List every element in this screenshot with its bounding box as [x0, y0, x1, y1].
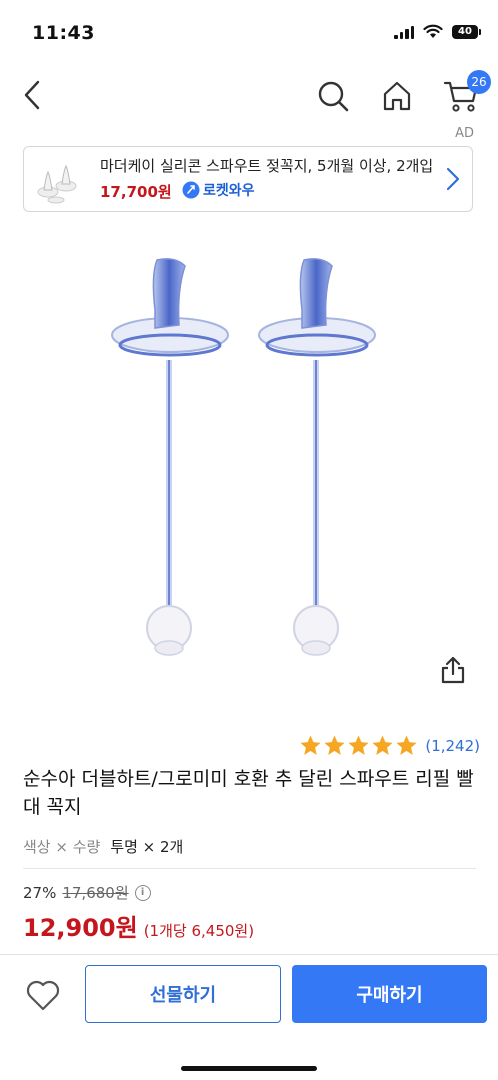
info-icon[interactable]: i — [134, 884, 151, 901]
ad-banner[interactable]: 마더케이 실리콘 스파우트 젖꼭지, 5개월 이상, 2개입 17,700원 로… — [23, 146, 473, 212]
share-button[interactable] — [440, 656, 466, 688]
home-button[interactable] — [379, 78, 415, 114]
rocket-wow-label: 로켓와우 — [203, 183, 255, 199]
ad-price: 17,700원 — [100, 183, 172, 201]
discount-row: 27% 17,680원 i — [23, 882, 151, 903]
buy-button[interactable]: 구매하기 — [292, 965, 487, 1023]
ad-product-thumbnail — [37, 164, 77, 204]
review-count[interactable]: (1,242) — [425, 737, 480, 755]
search-icon — [318, 81, 349, 112]
chevron-left-icon — [24, 80, 40, 110]
heart-icon — [26, 980, 60, 1011]
star-icon — [372, 735, 393, 755]
sale-price-row: 12,900원 (1개당 6,450원) — [23, 908, 254, 943]
rating-row[interactable]: (1,242) — [299, 734, 480, 757]
status-indicators: 40 — [394, 24, 481, 39]
battery-icon: 40 — [452, 24, 481, 39]
ad-title: 마더케이 실리콘 스파우트 젖꼭지, 5개월 이상, 2개입 — [100, 157, 434, 175]
product-image[interactable] — [100, 250, 400, 680]
option-value: 투명 × 2개 — [110, 838, 184, 856]
rating-stars — [299, 734, 418, 757]
sale-price: 12,900원 — [23, 914, 138, 942]
ad-label: AD — [455, 126, 474, 141]
option-label: 색상 × 수량 — [23, 838, 101, 856]
status-time: 11:43 — [32, 22, 95, 44]
unit-price: (1개당 6,450원) — [143, 922, 255, 940]
cart-count-badge: 26 — [467, 70, 491, 94]
rocket-icon — [182, 181, 200, 199]
star-icon — [324, 735, 345, 755]
rocket-wow-badge: 로켓와우 — [182, 180, 255, 200]
original-price: 17,680원 — [62, 884, 129, 902]
star-icon — [348, 735, 369, 755]
option-row: 색상 × 수량 투명 × 2개 — [23, 836, 183, 857]
share-icon — [441, 656, 465, 684]
home-indicator — [181, 1066, 317, 1071]
star-icon — [300, 735, 321, 755]
discount-rate: 27% — [23, 883, 57, 902]
chevron-right-icon — [446, 167, 460, 191]
wishlist-button[interactable] — [25, 978, 61, 1012]
product-title: 순수아 더블하트/그로미미 호환 추 달린 스파우트 리필 빨대 꼭지 — [23, 768, 474, 818]
back-button[interactable] — [18, 78, 46, 112]
cellular-signal-icon — [394, 25, 414, 39]
gift-button[interactable]: 선물하기 — [85, 965, 281, 1023]
search-button[interactable] — [315, 78, 351, 114]
divider — [23, 868, 476, 869]
star-icon — [396, 735, 417, 755]
home-icon — [383, 81, 411, 111]
wifi-icon — [423, 24, 443, 38]
